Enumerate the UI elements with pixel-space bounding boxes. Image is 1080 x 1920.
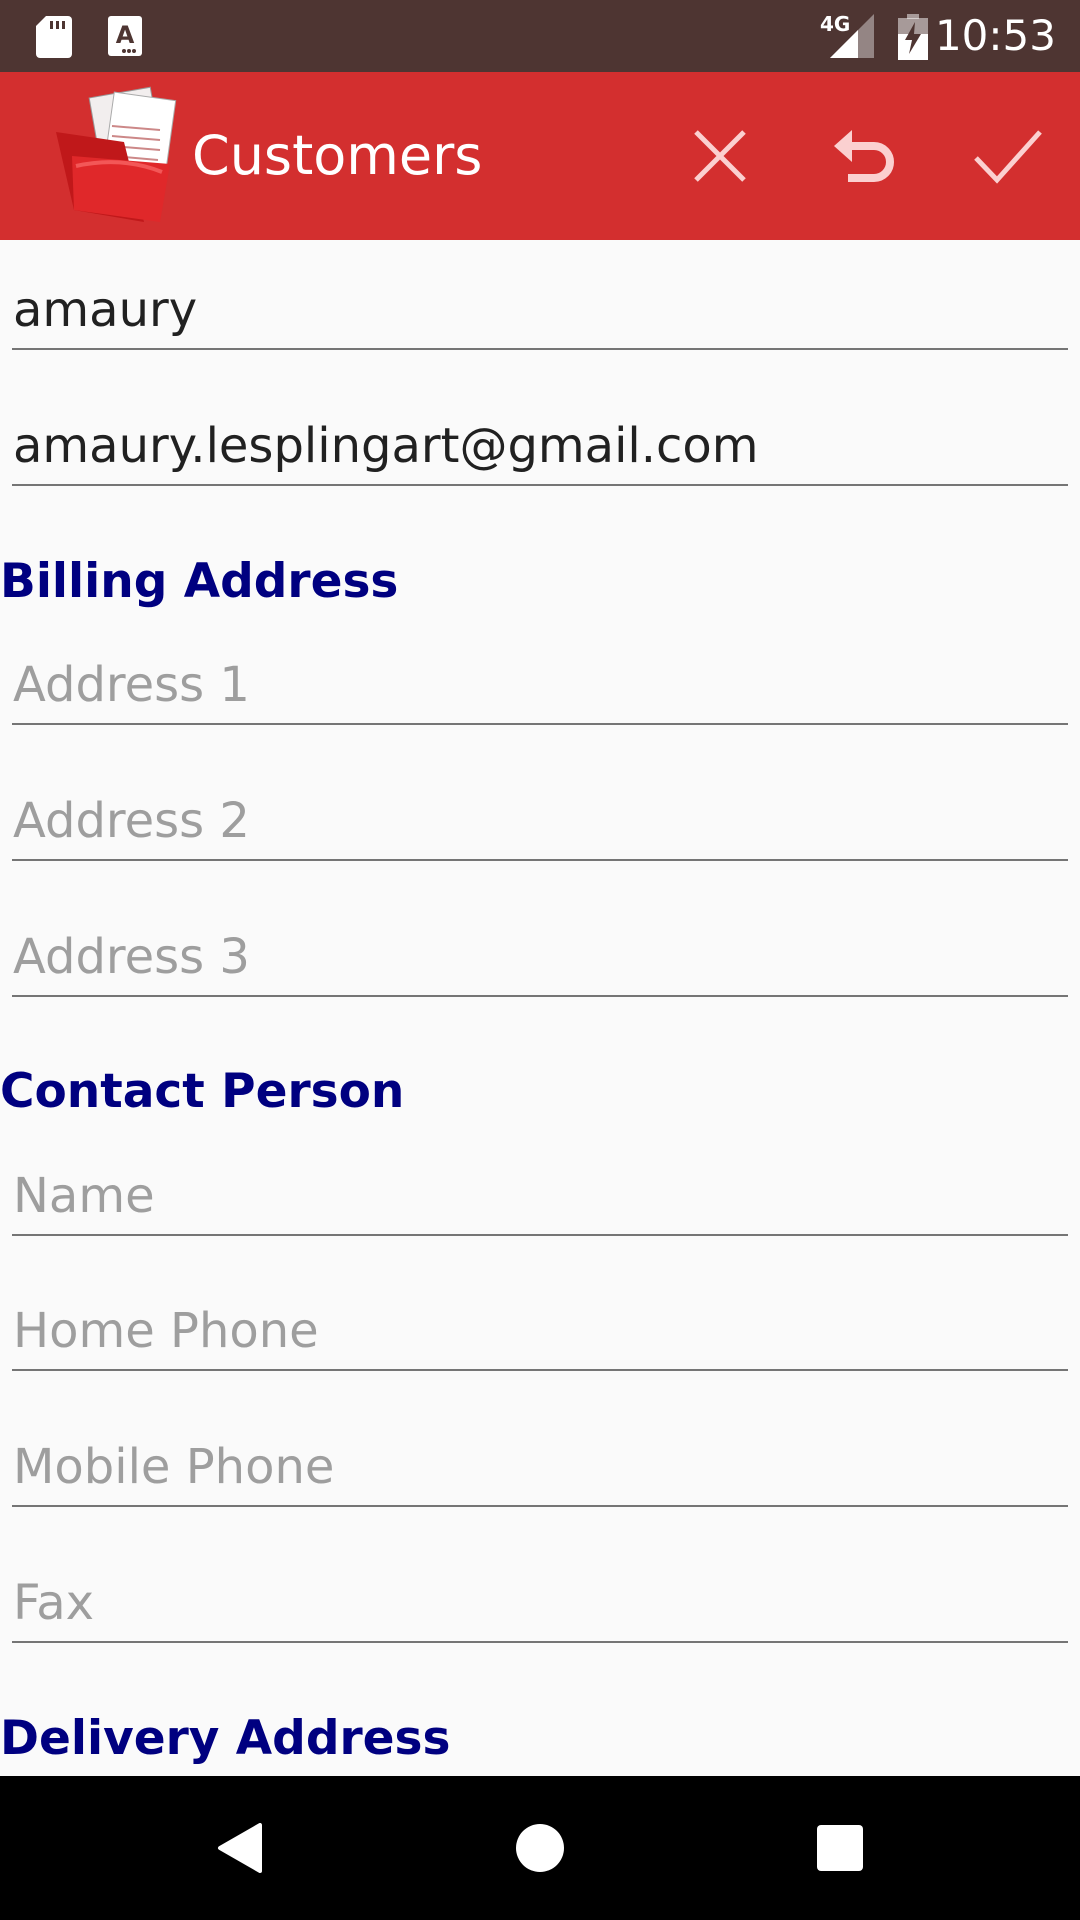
home-phone-input[interactable]: Home Phone xyxy=(12,1301,1068,1371)
home-button[interactable] xyxy=(500,1808,580,1888)
billing-address-heading: Billing Address xyxy=(0,554,399,609)
battery-charging-icon xyxy=(898,14,928,60)
customer-name-input[interactable]: amaury xyxy=(12,280,1068,350)
contact-name-input[interactable]: Name xyxy=(12,1166,1068,1236)
keyboard-a-icon: A xyxy=(108,16,142,56)
contact-person-heading: Contact Person xyxy=(0,1064,405,1119)
address3-input[interactable]: Address 3 xyxy=(12,927,1068,997)
navigation-bar xyxy=(0,1776,1080,1920)
save-button[interactable] xyxy=(968,116,1048,196)
check-icon xyxy=(974,130,1042,184)
close-icon xyxy=(694,130,746,182)
email-input[interactable]: amaury.lesplingart@gmail.com xyxy=(12,416,1068,486)
recents-icon xyxy=(817,1825,863,1871)
sd-card-icon xyxy=(36,16,72,58)
address1-input[interactable]: Address 1 xyxy=(12,655,1068,725)
app-toolbar: Customers xyxy=(0,72,1080,240)
home-icon xyxy=(516,1824,564,1872)
svg-text:A: A xyxy=(116,21,135,49)
recents-button[interactable] xyxy=(800,1808,880,1888)
back-icon xyxy=(218,1823,262,1873)
app-logo-folder-icon xyxy=(56,86,177,222)
back-button[interactable] xyxy=(200,1808,280,1888)
toolbar-title: Customers xyxy=(192,124,483,187)
clock: 10:53 xyxy=(934,11,1056,60)
cancel-button[interactable] xyxy=(680,116,760,196)
undo-icon xyxy=(834,130,894,182)
mobile-phone-input[interactable]: Mobile Phone xyxy=(12,1437,1068,1507)
delivery-address-heading: Delivery Address xyxy=(0,1711,451,1766)
fax-input[interactable]: Fax xyxy=(12,1573,1068,1643)
address2-input[interactable]: Address 2 xyxy=(12,791,1068,861)
status-bar: A 4G 10:53 xyxy=(0,0,1080,72)
signal-icon xyxy=(830,14,874,58)
undo-button[interactable] xyxy=(824,116,904,196)
